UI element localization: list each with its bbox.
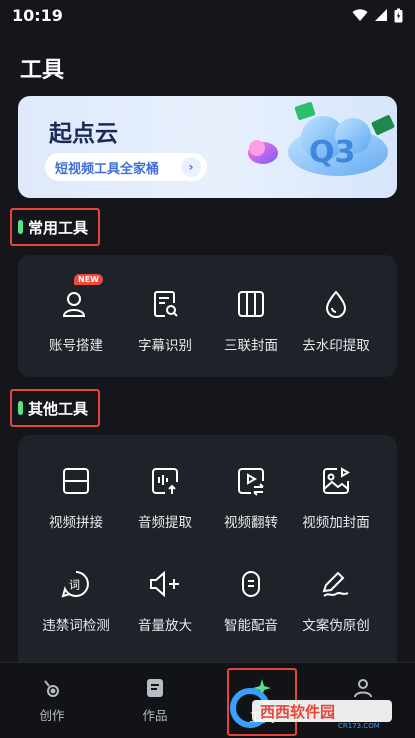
tool-copy-rewrite[interactable]: 文案伪原创 bbox=[291, 564, 381, 634]
watermark-sub: CR173.COM bbox=[338, 722, 380, 730]
tool-label: 视频加封面 bbox=[302, 515, 370, 531]
tool-label: 三联封面 bbox=[224, 338, 278, 354]
tool-icon-wrap bbox=[56, 461, 96, 501]
section-label: 其他工具 bbox=[28, 399, 89, 418]
tool-audio-extract[interactable]: 音频提取 bbox=[120, 461, 210, 531]
tool-video-split[interactable]: 视频拼接 bbox=[31, 461, 121, 531]
tool-volume-boost[interactable]: 音量放大 bbox=[120, 564, 210, 634]
section-title-common: 常用工具 bbox=[10, 208, 100, 246]
status-icons bbox=[352, 8, 403, 23]
banner-pill-label: 短视频工具全家桶 bbox=[55, 161, 160, 177]
video-flip-icon bbox=[238, 468, 264, 496]
svg-text:词: 词 bbox=[69, 579, 80, 592]
section-marker bbox=[18, 220, 23, 234]
image-cover-icon bbox=[323, 467, 350, 494]
audio-extract-icon bbox=[152, 468, 178, 494]
status-time: 10:19 bbox=[12, 5, 63, 25]
watermark-text: 西西软件园 bbox=[260, 703, 335, 721]
subtitle-scan-icon bbox=[154, 291, 178, 317]
tool-label: 字幕识别 bbox=[138, 338, 192, 354]
site-watermark-logo: 西西软件园 CR173.COM bbox=[230, 688, 392, 730]
tool-icon-wrap bbox=[316, 564, 356, 604]
nav-tab-works[interactable]: 作品 bbox=[125, 677, 185, 724]
tool-smart-dubbing[interactable]: 智能配音 bbox=[206, 564, 296, 634]
tool-label: 去水印提取 bbox=[302, 338, 370, 354]
volume-up-icon bbox=[150, 570, 179, 598]
battery-icon bbox=[394, 8, 403, 22]
nav-label: 作品 bbox=[142, 708, 168, 723]
banner-cta-button[interactable]: 短视频工具全家桶 › bbox=[45, 153, 207, 181]
status-bar: 10:19 bbox=[0, 0, 415, 30]
wifi-icon bbox=[352, 9, 368, 21]
tool-icon-wrap bbox=[145, 284, 185, 324]
tool-label: 音频提取 bbox=[138, 515, 192, 531]
section-label: 常用工具 bbox=[28, 218, 89, 237]
video-split-icon bbox=[63, 468, 89, 494]
tool-icon-wrap bbox=[316, 284, 356, 324]
common-tools-card: NEW 账号搭建 字幕识别 三联封面 去水印提取 bbox=[18, 255, 397, 377]
tool-icon-wrap bbox=[231, 461, 271, 501]
tool-account-setup[interactable]: NEW 账号搭建 bbox=[31, 274, 121, 354]
works-icon bbox=[147, 679, 163, 697]
tool-label: 智能配音 bbox=[224, 618, 278, 634]
tool-video-flip[interactable]: 视频翻转 bbox=[206, 461, 296, 531]
tool-icon-wrap bbox=[145, 461, 185, 501]
page-title: 工具 bbox=[20, 58, 65, 83]
tool-icon-wrap bbox=[231, 284, 271, 324]
section-marker bbox=[18, 401, 23, 415]
tool-icon-wrap: 词 bbox=[56, 564, 96, 604]
tool-label: 音量放大 bbox=[138, 618, 192, 634]
rewrite-icon bbox=[322, 571, 349, 597]
tool-triple-cover[interactable]: 三联封面 bbox=[206, 284, 296, 354]
tool-icon-wrap bbox=[231, 564, 271, 604]
tool-label: 违禁词检测 bbox=[42, 618, 110, 634]
nav-label: 创作 bbox=[39, 708, 65, 723]
chevron-right-icon: › bbox=[181, 157, 201, 177]
nav-tab-create[interactable]: 创作 bbox=[22, 677, 82, 724]
user-account-icon bbox=[62, 292, 86, 317]
tool-video-add-cover[interactable]: 视频加封面 bbox=[291, 461, 381, 531]
section-title-other: 其他工具 bbox=[10, 389, 100, 427]
cloud-logo-illustration: Q3 bbox=[248, 102, 395, 176]
tool-label: 视频拼接 bbox=[49, 515, 103, 531]
tool-watermark-removal[interactable]: 去水印提取 bbox=[291, 284, 381, 354]
banned-word-icon: 词 bbox=[61, 571, 89, 598]
other-tools-card: 视频拼接 音频提取 视频翻转 视频加封面 词 违禁词检测 音量放大 智能配音 文… bbox=[18, 435, 397, 675]
signal-icon bbox=[375, 9, 387, 21]
svg-text:Q3: Q3 bbox=[309, 135, 355, 170]
dubbing-icon bbox=[242, 571, 260, 597]
create-icon bbox=[44, 680, 59, 697]
tool-subtitle-recognition[interactable]: 字幕识别 bbox=[120, 284, 210, 354]
new-badge: NEW bbox=[74, 274, 103, 285]
tool-icon-wrap bbox=[316, 461, 356, 501]
tool-icon-wrap bbox=[145, 564, 185, 604]
triple-cover-icon bbox=[238, 291, 264, 317]
tool-banned-word-check[interactable]: 词 违禁词检测 bbox=[31, 564, 121, 634]
watermark-drop-icon bbox=[325, 290, 347, 318]
banner-title: 起点云 bbox=[49, 121, 118, 147]
tool-label: 视频翻转 bbox=[224, 515, 278, 531]
tool-label: 文案伪原创 bbox=[302, 618, 370, 634]
promo-banner[interactable]: 起点云 短视频工具全家桶 › Q3 bbox=[18, 96, 397, 198]
tool-label: 账号搭建 bbox=[49, 338, 103, 354]
tool-icon-wrap: NEW bbox=[56, 274, 103, 324]
